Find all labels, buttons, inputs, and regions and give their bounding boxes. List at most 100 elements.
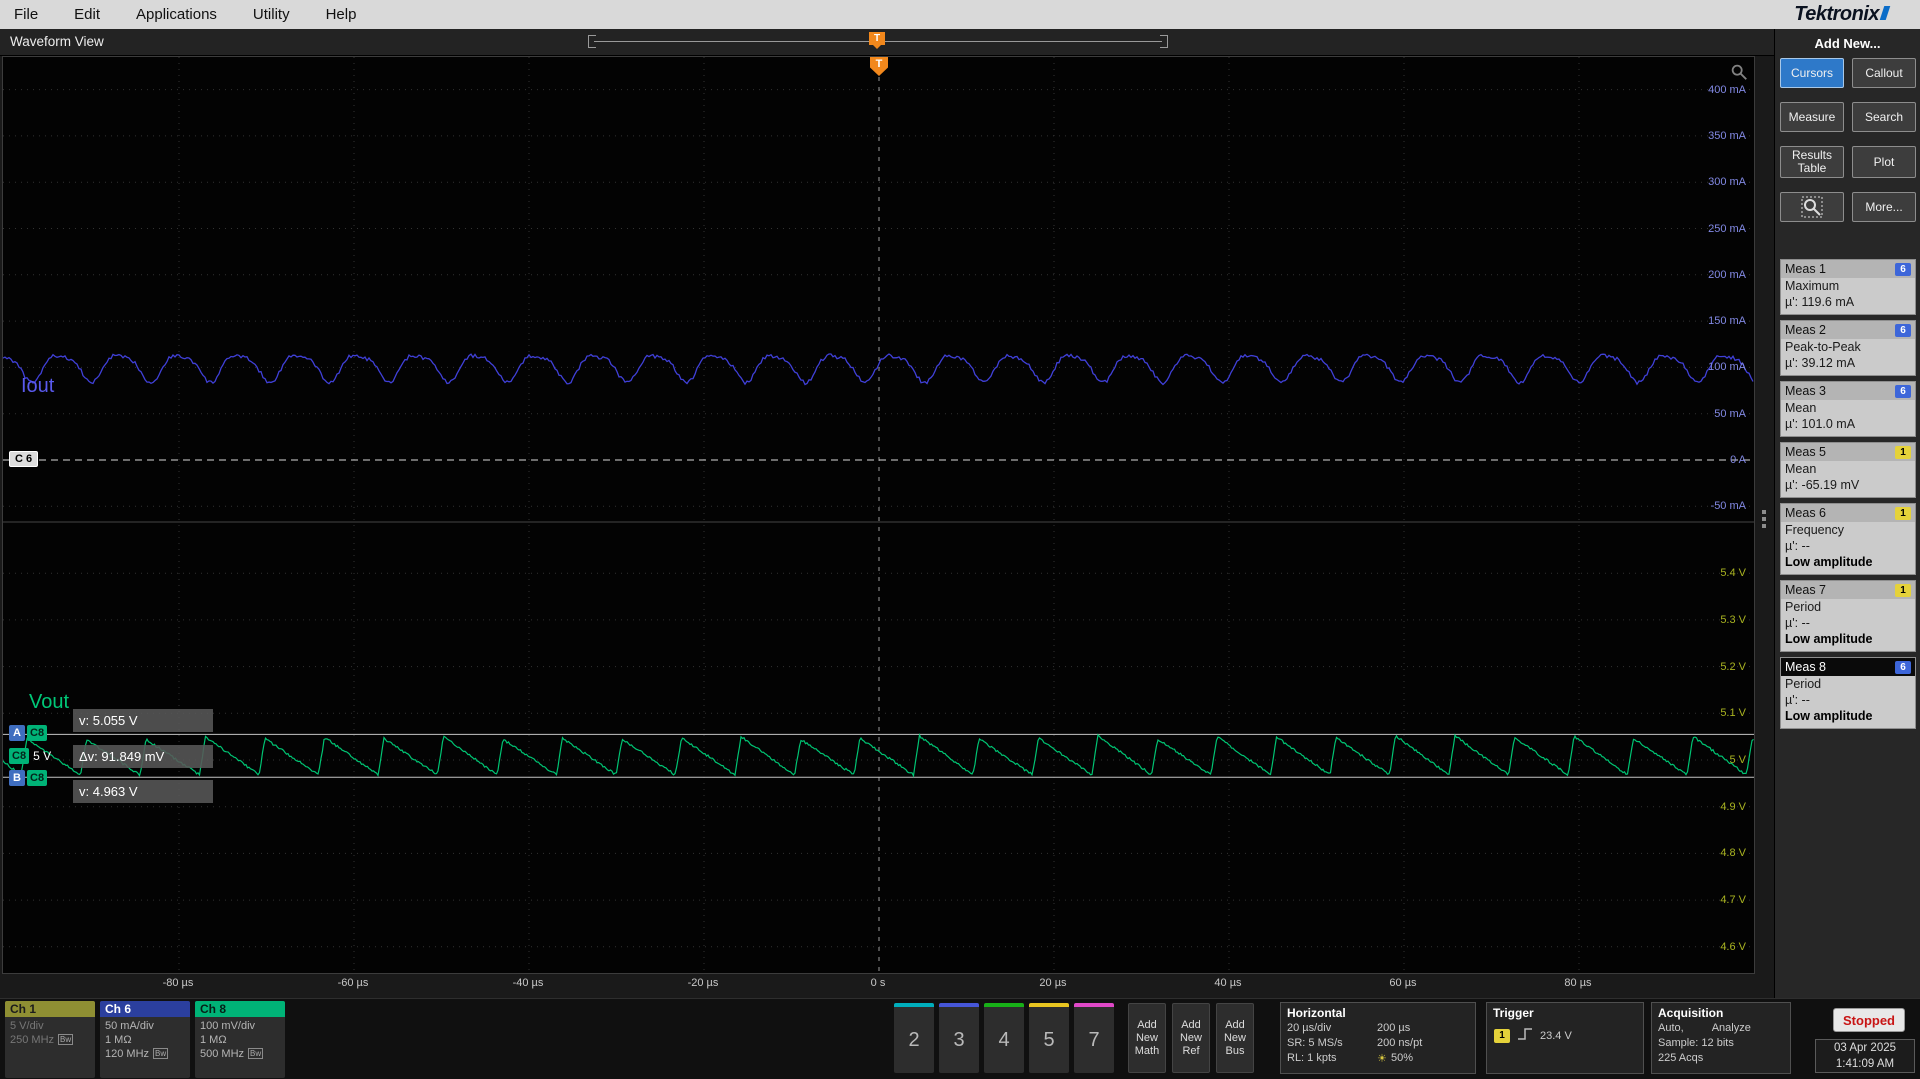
add-new-math-button[interactable]: Add New Math — [1128, 1003, 1166, 1073]
channel-4-button[interactable]: 4 — [984, 1003, 1024, 1073]
y-tick-label: 150 mA — [1708, 315, 1746, 328]
y-tick-label: 5 V — [1729, 754, 1746, 766]
measurement-source-badge: 1 — [1895, 583, 1911, 597]
measurement-card-header: Meas 16 — [1781, 260, 1915, 278]
acquisition-panel[interactable]: Acquisition Auto, Analyze Sample: 12 bit… — [1651, 1002, 1791, 1074]
search-button[interactable]: Search — [1852, 102, 1916, 132]
channel-badge-ch6[interactable]: Ch 6 50 mA/div 1 MΩ 120 MHz Bw — [100, 1001, 190, 1078]
add-new-bus-button[interactable]: Add New Bus — [1216, 1003, 1254, 1073]
callout-button[interactable]: Callout — [1852, 58, 1916, 88]
menu-item-file[interactable]: File — [14, 6, 38, 23]
channel-8-handle[interactable]: C8 5 V — [9, 748, 51, 764]
measure-button[interactable]: Measure — [1780, 102, 1844, 132]
horizontal-title: Horizontal — [1287, 1006, 1346, 1020]
channel-name: Ch 8 — [195, 1001, 285, 1017]
timeline-overview[interactable]: T — [588, 32, 1168, 50]
measurement-line: Low amplitude — [1785, 709, 1873, 723]
waveform-tab-bar: Waveform View T — [0, 29, 1774, 56]
channel-3-button[interactable]: 3 — [939, 1003, 979, 1073]
y-tick-label: 350 mA — [1708, 129, 1746, 142]
trigger-position-flag[interactable]: T — [869, 32, 885, 49]
cursor-a-readout: v: 5.055 V — [73, 709, 213, 732]
menu-item-applications[interactable]: Applications — [136, 6, 217, 23]
y-tick-label: 5.2 V — [1720, 660, 1746, 673]
x-axis-labels: -80 µs -60 µs -40 µs -20 µs 0 s 20 µs 40 µs 60 … — [2, 975, 1755, 995]
cursor-b-badge[interactable]: B — [9, 770, 25, 786]
measurement-line: µ': -65.19 mV — [1785, 478, 1860, 492]
menu-item-edit[interactable]: Edit — [74, 6, 100, 23]
oscilloscope-app: File Edit Applications Utility Help Tektroni… — [0, 0, 1920, 1079]
tektronix-logo: Tektronix — [1794, 3, 1906, 26]
waveform-canvas — [3, 57, 1754, 973]
y-tick-label: 4.9 V — [1720, 800, 1746, 813]
x-tick-label: -40 µs — [512, 977, 544, 989]
horizontal-panel[interactable]: Horizontal 20 µs/div 200 µs SR: 5 MS/s 2… — [1280, 1002, 1476, 1074]
measurement-card-meas-2[interactable]: Meas 2 6 Peak-to-Peak µ': 39.12 mA — [1780, 320, 1916, 376]
y-tick-label: 0 A — [1730, 454, 1746, 466]
horizontal-window: 200 µs — [1377, 1022, 1411, 1034]
measurement-card-meas-1[interactable]: Meas 1 6 Maximum µ': 119.6 mA — [1780, 259, 1916, 315]
datetime-display: 03 Apr 2025 1:41:09 AM — [1815, 1039, 1915, 1073]
measurement-line: Maximum — [1785, 279, 1840, 293]
y-tick-label: 4.7 V — [1720, 894, 1746, 907]
x-tick-label: 0 s — [870, 977, 886, 989]
measurement-card-header: Meas 36 — [1781, 382, 1915, 400]
measurement-line: Low amplitude — [1785, 632, 1873, 646]
vout-trace-label: Vout — [29, 691, 70, 713]
y-tick-label: 5.3 V — [1720, 613, 1746, 626]
right-sidebar: Add New... Cursors Callout Measure Search Re… — [1774, 29, 1920, 998]
graticule-splitter-handle[interactable] — [1757, 507, 1771, 537]
more-button[interactable]: More... — [1852, 192, 1916, 222]
zoom-mode-button[interactable] — [1780, 192, 1844, 222]
waveform-display[interactable]: T Iout C 6 Vout v: 5.055 V Δv: 91.849 mV… — [2, 56, 1755, 974]
trigger-source-badge: 1 — [1494, 1028, 1510, 1043]
x-tick-label: 40 µs — [1214, 977, 1242, 989]
measurement-source-badge: 1 — [1895, 445, 1911, 459]
y-tick-label: 400 mA — [1708, 83, 1746, 96]
plot-button[interactable]: Plot — [1852, 146, 1916, 178]
acquisition-mode: Auto, — [1658, 1022, 1684, 1034]
trigger-panel[interactable]: Trigger 1 23.4 V — [1486, 1002, 1644, 1074]
channel-7-button[interactable]: 7 — [1074, 1003, 1114, 1073]
measurement-source-badge: 6 — [1895, 323, 1911, 337]
channel-badge-ch8[interactable]: Ch 8 100 mV/div 1 MΩ 500 MHz Bw — [195, 1001, 285, 1078]
menu-item-utility[interactable]: Utility — [253, 6, 290, 23]
tab-waveform-view[interactable]: Waveform View — [10, 34, 104, 49]
measurement-line: Period — [1785, 600, 1822, 614]
x-tick-label: -20 µs — [687, 977, 719, 989]
y-tick-label: 50 mA — [1714, 407, 1746, 420]
cursor-a-handle[interactable]: A C8 — [9, 725, 48, 741]
cursor-b-handle[interactable]: B C8 — [9, 770, 48, 786]
results-table-button[interactable]: Results Table — [1780, 146, 1844, 178]
x-tick-label: 60 µs — [1389, 977, 1417, 989]
channel-name: Ch 6 — [100, 1001, 190, 1017]
acquisition-status-button[interactable]: Stopped — [1833, 1008, 1905, 1032]
cursor-delta-readout: Δv: 91.849 mV — [73, 745, 213, 768]
bandwidth-limit-icon: Bw — [58, 1034, 74, 1045]
channel-2-button[interactable]: 2 — [894, 1003, 934, 1073]
measurement-line: Period — [1785, 677, 1822, 691]
channel-8-badge[interactable]: C8 — [9, 748, 30, 764]
cursors-button[interactable]: Cursors — [1780, 58, 1844, 88]
menu-items: File Edit Applications Utility Help — [14, 6, 356, 23]
measurement-card-meas-8[interactable]: Meas 8 6 Period µ': -- Low amplitude — [1780, 657, 1916, 729]
measurement-line: Frequency — [1785, 523, 1845, 537]
channel-badge-ch1[interactable]: Ch 1 5 V/div 250 MHz Bw — [5, 1001, 95, 1078]
record-length: RL: 1 kpts — [1287, 1052, 1337, 1064]
measurement-card-meas-6[interactable]: Meas 6 1 Frequency µ': -- Low amplitude — [1780, 503, 1916, 575]
measurement-card-meas-7[interactable]: Meas 7 1 Period µ': -- Low amplitude — [1780, 580, 1916, 652]
measurement-card-header: Meas 51 — [1781, 443, 1915, 461]
measurement-card-meas-5[interactable]: Meas 5 1 Mean µ': -65.19 mV — [1780, 442, 1916, 498]
channel-settings: 5 V/div 250 MHz Bw — [10, 1020, 74, 1046]
measurement-line: Mean — [1785, 401, 1817, 415]
channel-5-button[interactable]: 5 — [1029, 1003, 1069, 1073]
y-tick-label: 4.8 V — [1720, 847, 1746, 860]
measurement-card-header: Meas 26 — [1781, 321, 1915, 339]
channel-6-zero-badge[interactable]: C 6 — [9, 451, 39, 467]
x-tick-label: 20 µs — [1039, 977, 1067, 989]
add-new-ref-button[interactable]: Add New Ref — [1172, 1003, 1210, 1073]
menu-item-help[interactable]: Help — [326, 6, 357, 23]
measurement-card-meas-3[interactable]: Meas 3 6 Mean µ': 101.0 mA — [1780, 381, 1916, 437]
cursor-a-badge[interactable]: A — [9, 725, 25, 741]
measurement-card-header: Meas 61 — [1781, 504, 1915, 522]
